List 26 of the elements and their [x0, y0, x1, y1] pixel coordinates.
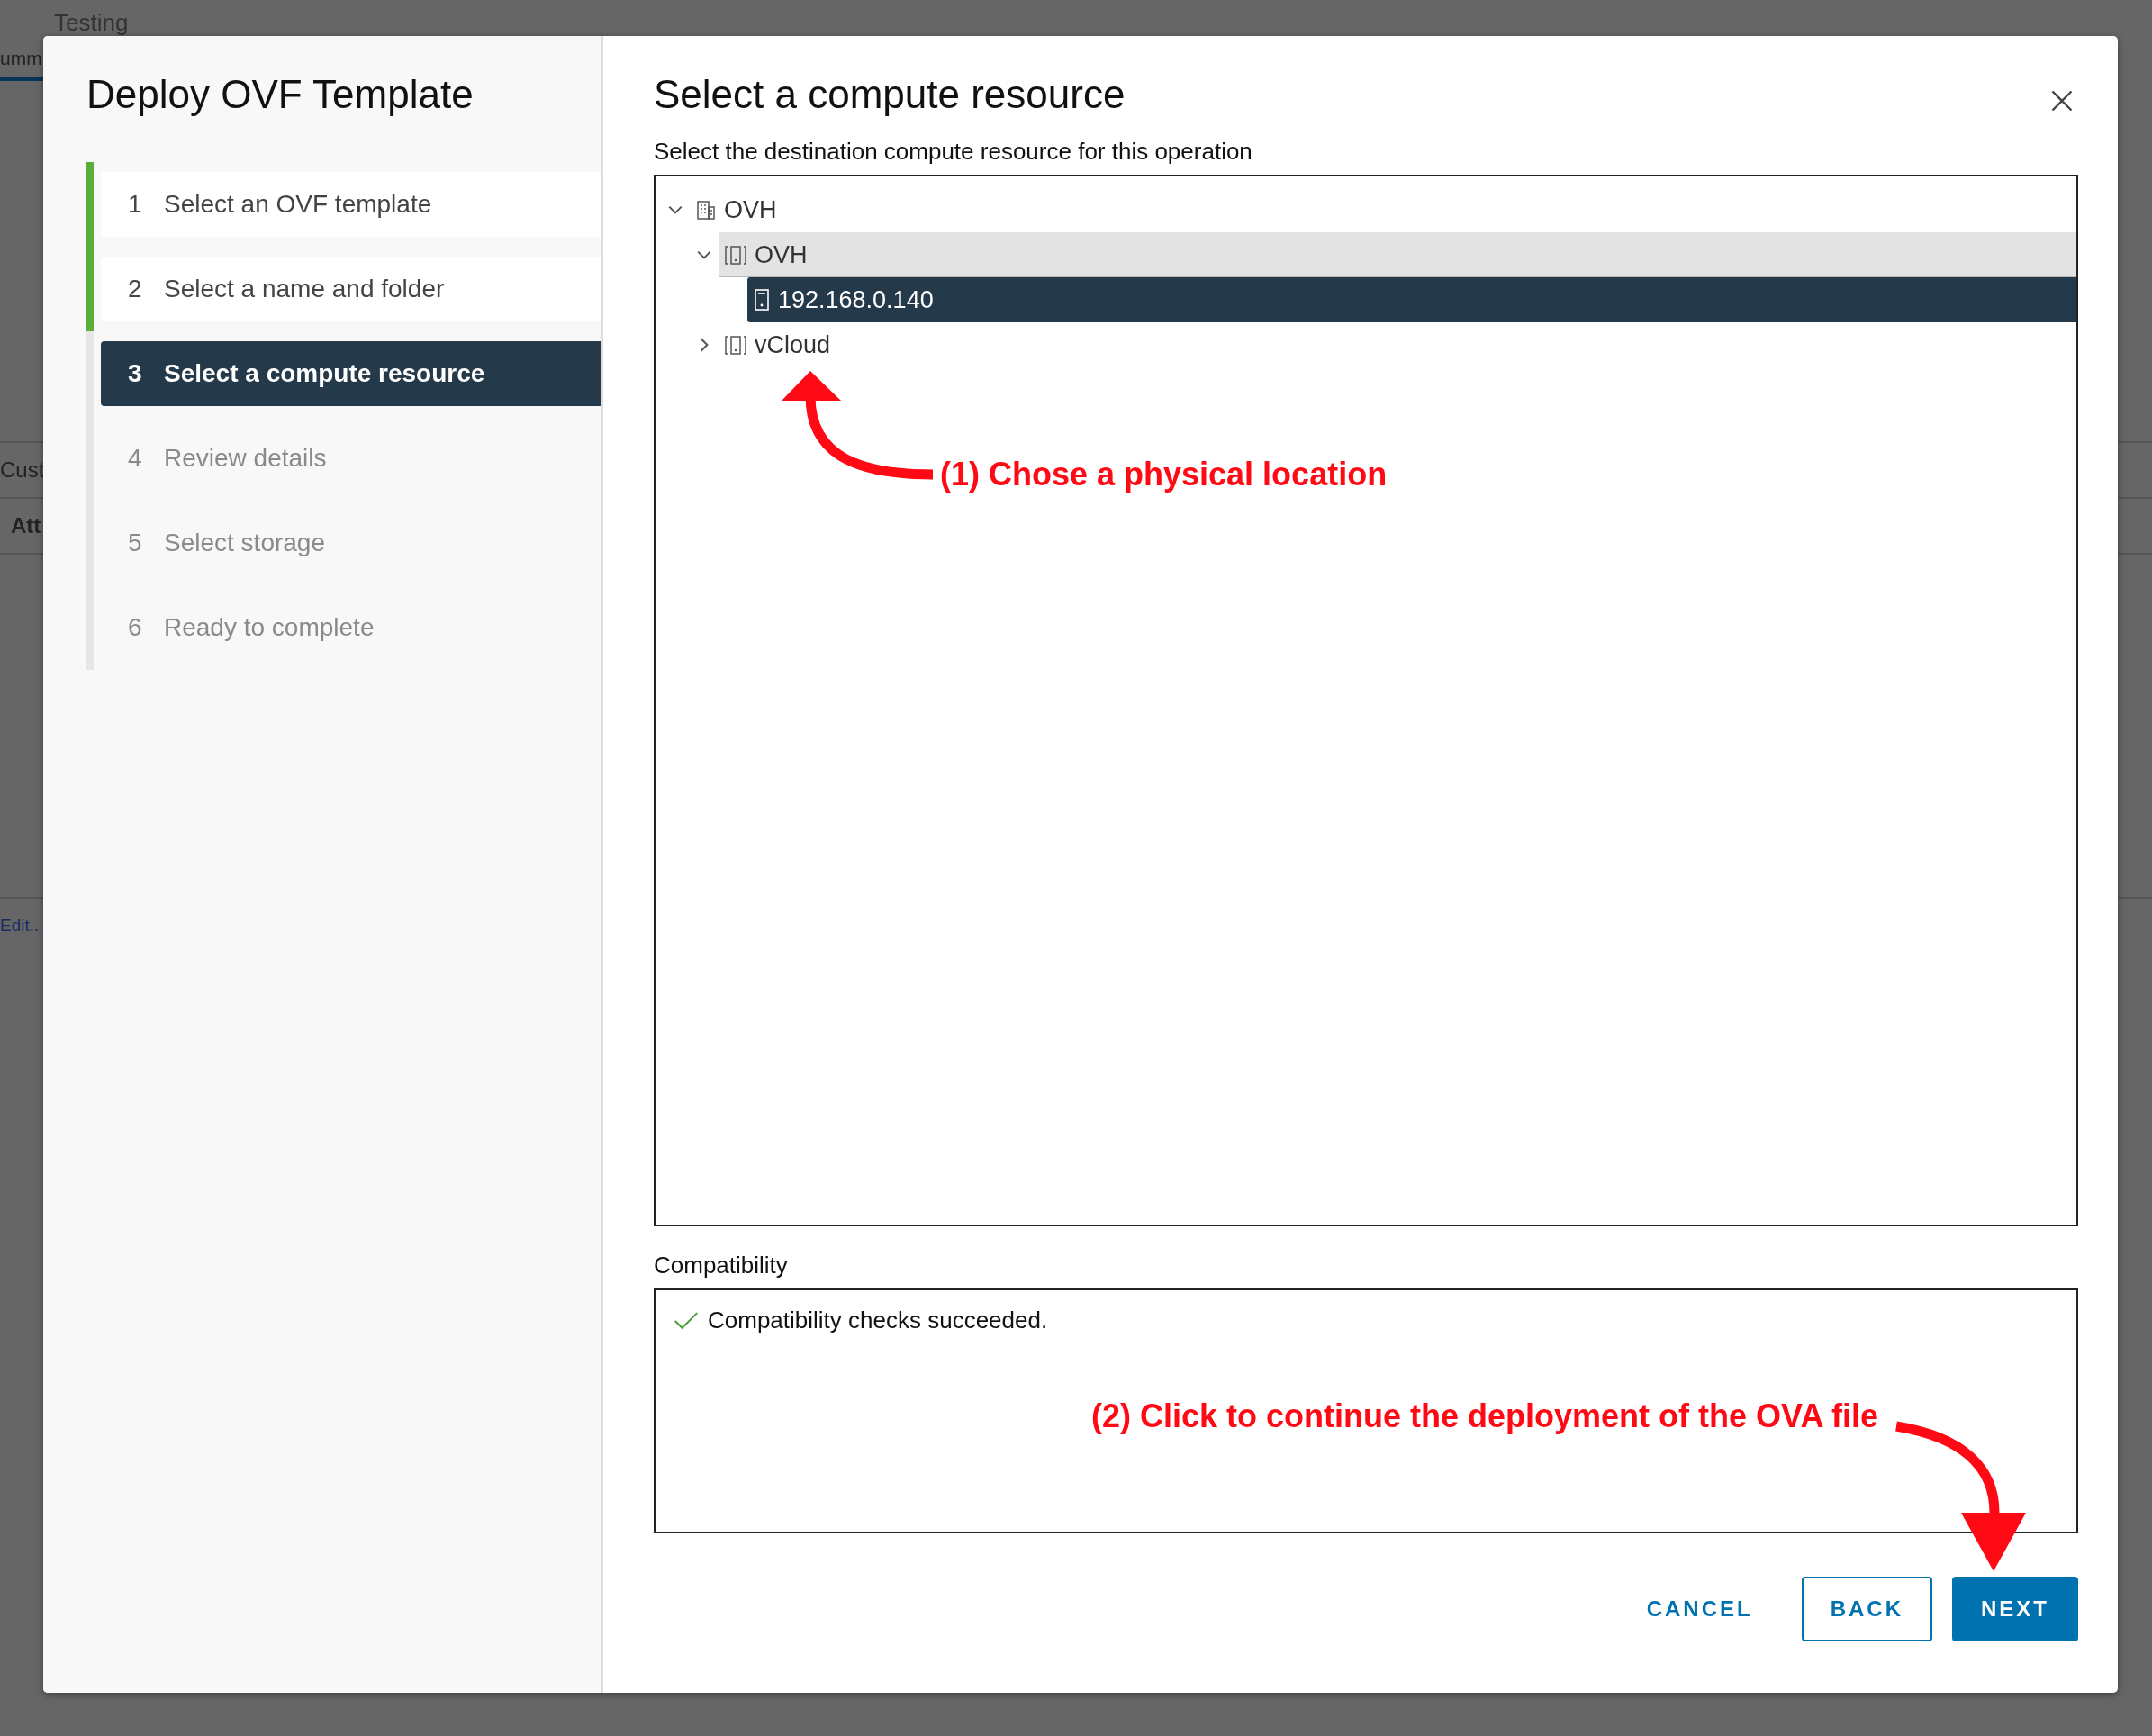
compatibility-message: Compatibility checks succeeded. [708, 1307, 1048, 1334]
cancel-button[interactable]: CANCEL [1617, 1577, 1782, 1641]
compatibility-label: Compatibility [654, 1252, 789, 1279]
tree-item[interactable]: 192.168.0.140 [747, 277, 2076, 322]
server-icon [753, 288, 771, 312]
cluster-icon [724, 244, 747, 266]
cluster-icon [724, 334, 747, 356]
wizard-step[interactable]: 2 Select a name and folder [101, 257, 601, 321]
annotation-text: (2) Click to continue the deployment of the OVA file [1091, 1397, 1879, 1435]
wizard-step[interactable]: 4 Review details [101, 426, 601, 491]
next-button[interactable]: NEXT [1952, 1577, 2078, 1641]
back-button[interactable]: BACK [1801, 1577, 1932, 1641]
tree-item[interactable]: OVH [719, 232, 2076, 277]
building-icon [695, 199, 717, 221]
wizard-step[interactable]: 5 Select storage [101, 511, 601, 575]
annotation-text: (1) Chose a physical location [940, 456, 1388, 493]
dialog-title: Deploy OVF Template [86, 72, 475, 117]
wizard-step[interactable]: 6 Ready to complete [101, 595, 601, 660]
wizard-step[interactable]: 1 Select an OVF template [101, 172, 601, 237]
column-header: Att [11, 513, 41, 538]
step-title: Select a compute resource [654, 72, 1126, 117]
wizard-step[interactable]: 3 Select a compute resource [101, 341, 601, 406]
tree-item[interactable]: vCloud [719, 322, 2076, 367]
section-title: Cust [0, 457, 45, 483]
instruction-text: Select the destination compute resource for this operation [654, 138, 1253, 166]
tree-item[interactable]: OVH [690, 187, 2076, 232]
